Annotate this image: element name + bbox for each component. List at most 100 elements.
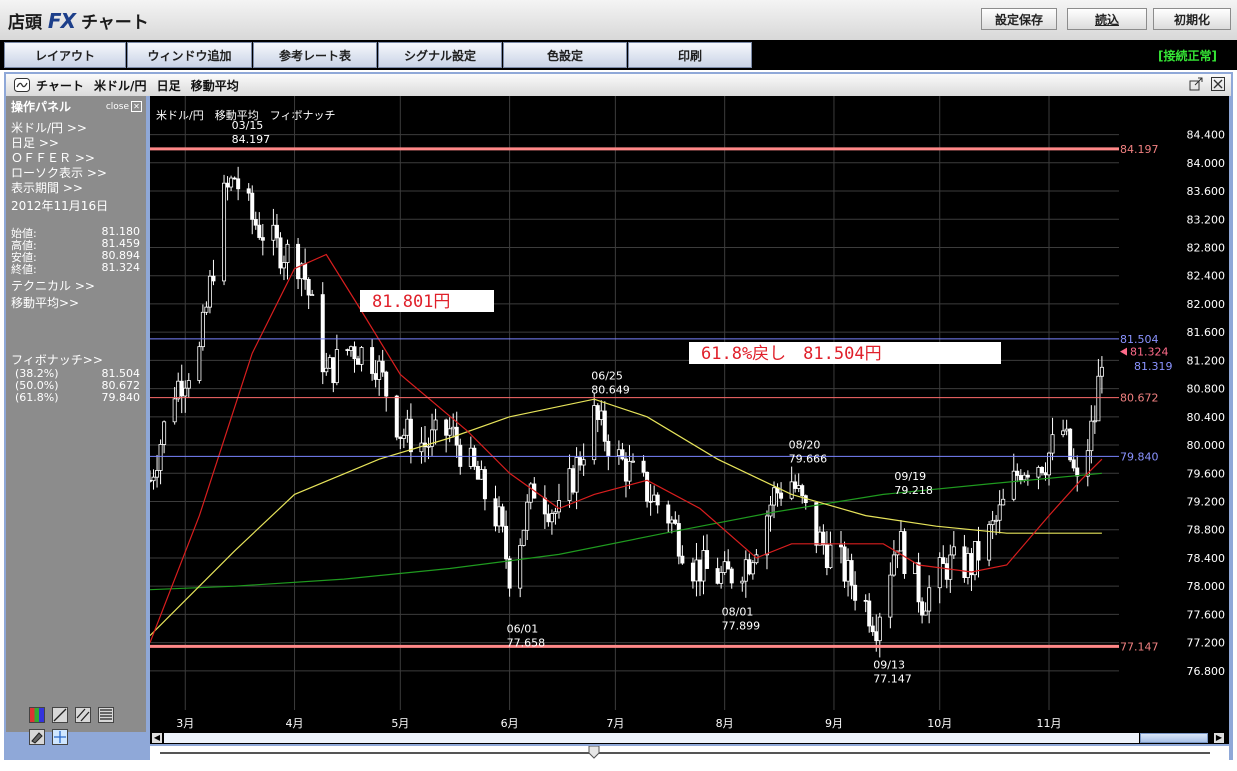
- bull-candle: [1089, 420, 1094, 452]
- bull-candle: [556, 500, 561, 513]
- bear-candle: [655, 494, 660, 506]
- panel-link-moving-average[interactable]: 移動平均>>: [11, 294, 79, 311]
- bull-candle: [207, 275, 212, 308]
- bull-candle: [652, 494, 657, 502]
- bull-candle: [155, 470, 160, 478]
- fibo-618-value: 79.840: [101, 391, 141, 404]
- bear-candle: [179, 380, 184, 397]
- bear-candle: [260, 237, 265, 241]
- chart-horizontal-scrollbar[interactable]: ◀ ▶: [150, 732, 1229, 744]
- chart-window-titlebar: チャート 米ドル/円 日足 移動平均: [6, 74, 1231, 96]
- bull-candle: [1092, 420, 1097, 423]
- slider-track: [160, 752, 1210, 754]
- scroll-left-icon[interactable]: ◀: [152, 733, 162, 743]
- bull-candle: [229, 177, 234, 188]
- reset-button[interactable]: 初期化: [1153, 8, 1231, 30]
- y-tick-label: 79.200: [1187, 495, 1226, 508]
- price-chart[interactable]: 米ドル/円 移動平均 フィボナッチ 84.400 84.000 83.600 83.2…: [150, 96, 1229, 732]
- bull-candle: [359, 347, 364, 365]
- bear-candle: [673, 519, 678, 524]
- bull-candle: [528, 483, 533, 503]
- save-settings-button[interactable]: 設定保存: [981, 8, 1057, 30]
- bear-candle: [839, 544, 844, 548]
- bear-candle: [853, 584, 858, 601]
- panel-link-technical[interactable]: テクニカル >>: [11, 277, 95, 294]
- menu-print[interactable]: 印刷: [628, 42, 752, 68]
- bull-candle: [186, 380, 191, 389]
- menu-color-settings[interactable]: 色設定: [503, 42, 627, 68]
- bear-candle: [680, 555, 685, 564]
- panel-close-button[interactable]: close ✕: [104, 101, 142, 112]
- bear-candle: [641, 460, 646, 473]
- scroll-thumb[interactable]: [1140, 733, 1208, 743]
- bear-candle: [331, 357, 336, 384]
- menu-reference-rates[interactable]: 参考レート表: [253, 42, 377, 68]
- y-tick-label: 80.400: [1187, 411, 1226, 424]
- crosshair-tool-icon[interactable]: [52, 729, 68, 745]
- bull-candle: [162, 421, 167, 445]
- slider-handle[interactable]: [588, 745, 600, 759]
- operation-panel: 操作パネル close ✕ 米ドル/円 >> 日足 >> ＯＦＦＥＲ >> ローソ…: [6, 96, 146, 745]
- point-date-label: 09/13: [873, 658, 905, 671]
- menu-layout[interactable]: レイアウト: [4, 42, 126, 68]
- eraser-tool-icon[interactable]: [29, 729, 45, 745]
- y-tick-label: 77.200: [1187, 637, 1226, 650]
- close-icon[interactable]: ✕: [131, 101, 142, 112]
- popout-icon[interactable]: [1189, 77, 1203, 91]
- bull-candle: [468, 447, 473, 467]
- bear-candle: [1018, 475, 1023, 481]
- parallel-line-tool-icon[interactable]: [75, 707, 91, 723]
- bull-candle: [567, 468, 572, 501]
- bull-candle: [324, 367, 329, 373]
- x-tick-label: 11月: [1037, 717, 1062, 730]
- fibonacci-tool-icon[interactable]: [98, 707, 114, 723]
- current-price-label: 81.324: [1130, 346, 1169, 359]
- reference-line-label: 77.147: [1120, 640, 1159, 653]
- chart-window-title: チャート 米ドル/円 日足 移動平均: [36, 79, 239, 93]
- panel-link-fibonacci[interactable]: フィボナッチ>>: [11, 351, 103, 368]
- menu-signal-settings[interactable]: シグナル設定: [378, 42, 502, 68]
- bear-candle: [394, 395, 399, 438]
- scroll-right-icon[interactable]: ▶: [1214, 733, 1224, 743]
- bull-candle: [743, 559, 748, 582]
- trendline-tool-icon[interactable]: [52, 707, 68, 723]
- bull-candle: [176, 380, 181, 400]
- bear-candle: [542, 497, 547, 515]
- bear-candle: [472, 447, 477, 467]
- period-slider[interactable]: [150, 745, 1229, 760]
- bull-candle: [772, 487, 777, 506]
- y-tick-label: 80.800: [1187, 383, 1226, 396]
- y-tick-label: 78.000: [1187, 580, 1226, 593]
- scroll-track[interactable]: [164, 733, 1139, 743]
- y-tick-label: 80.000: [1187, 439, 1226, 452]
- fibo-618-label: (61.8%): [15, 391, 59, 404]
- bull-candle: [877, 616, 882, 642]
- bear-candle: [849, 560, 854, 586]
- x-tick-label: 3月: [176, 717, 194, 730]
- bear-candle: [578, 457, 583, 466]
- annotation-box-high-text: 81.801円: [372, 292, 450, 312]
- color-palette-icon[interactable]: [29, 707, 45, 723]
- bear-candle: [729, 568, 734, 584]
- panel-link-period[interactable]: 表示期間 >>: [11, 179, 83, 196]
- load-button[interactable]: 読込: [1067, 8, 1147, 30]
- x-tick-label: 9月: [825, 717, 843, 730]
- bear-candle: [236, 178, 241, 190]
- bear-candle: [274, 224, 279, 239]
- bull-candle: [433, 419, 438, 431]
- bear-candle: [320, 294, 325, 373]
- bear-candle: [623, 458, 628, 482]
- bull-candle: [1099, 366, 1104, 377]
- close-window-icon[interactable]: [1211, 77, 1225, 91]
- point-price-label: 77.658: [507, 636, 546, 649]
- bull-candle: [281, 262, 286, 269]
- bull-candle: [599, 410, 604, 420]
- moving-average-price-label: 81.319: [1134, 360, 1173, 373]
- app-title-prefix: 店頭: [8, 13, 42, 33]
- bear-candle: [821, 531, 826, 546]
- bull-candle: [913, 562, 918, 575]
- annotation-box-fibo-text: 61.8%戻し 81.504円: [701, 344, 882, 364]
- bull-candle: [592, 405, 597, 461]
- app-title: 店頭 FX チャート: [8, 8, 149, 33]
- menu-add-window[interactable]: ウィンドウ追加: [127, 42, 252, 68]
